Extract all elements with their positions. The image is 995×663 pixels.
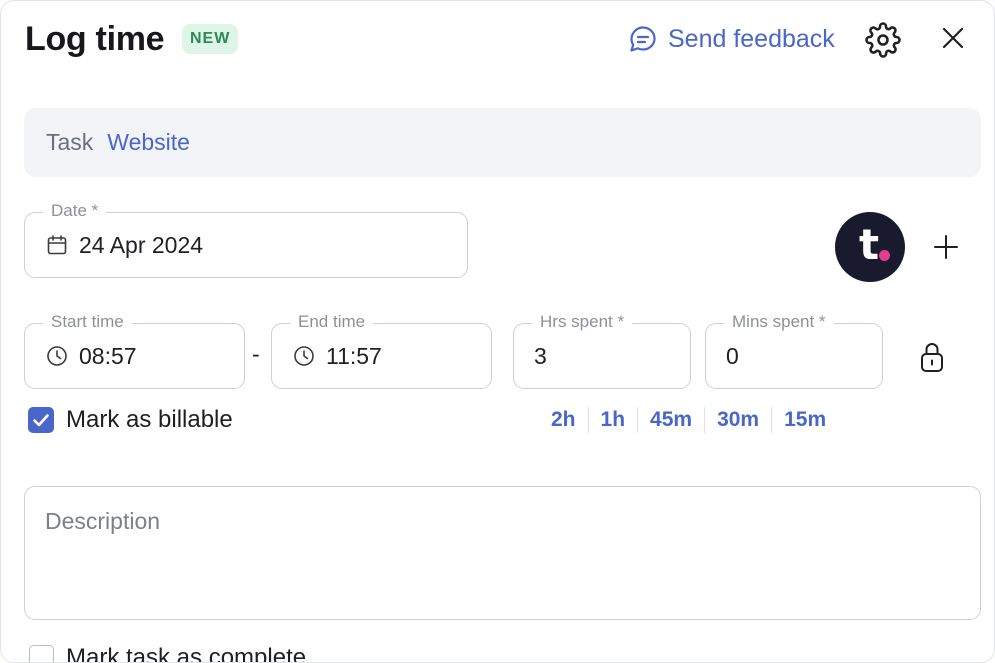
hours-spent-value: 3: [534, 342, 547, 369]
plus-icon[interactable]: [930, 231, 962, 263]
hours-spent-label: Hrs spent *: [532, 311, 633, 333]
hours-spent-field[interactable]: Hrs spent * 3: [513, 311, 691, 389]
send-feedback-label: Send feedback: [668, 24, 835, 53]
avatar[interactable]: t: [835, 212, 905, 282]
date-value: 24 Apr 2024: [79, 231, 204, 258]
close-icon[interactable]: [938, 23, 968, 53]
complete-task-checkbox[interactable]: [29, 645, 54, 662]
chat-bubble-icon: [630, 26, 656, 52]
minutes-spent-label: Mins spent *: [724, 311, 834, 333]
quick-duration-1h[interactable]: 1h: [589, 406, 638, 434]
start-time-label: Start time: [43, 311, 132, 333]
date-field[interactable]: Date * 24 Apr 2024: [24, 200, 468, 278]
log-time-dialog: Log time NEW Send feedback Task Website …: [0, 0, 995, 663]
quick-duration-2h[interactable]: 2h: [539, 406, 588, 434]
task-label: Task: [46, 129, 94, 155]
task-value-link[interactable]: Website: [107, 129, 190, 156]
quick-duration-45m[interactable]: 45m: [638, 406, 704, 434]
minutes-spent-value: 0: [726, 342, 739, 369]
task-selector[interactable]: Task Website: [24, 108, 981, 177]
minutes-spent-field[interactable]: Mins spent * 0: [705, 311, 883, 389]
date-label: Date *: [43, 200, 107, 222]
billable-label: Mark as billable: [66, 406, 233, 433]
complete-task-label: Mark task as complete: [66, 644, 307, 663]
clock-icon: [294, 346, 314, 366]
start-time-value: 08:57: [79, 342, 137, 369]
clock-icon: [47, 346, 67, 366]
dialog-title: Log time: [25, 20, 165, 58]
start-time-field[interactable]: Start time 08:57: [24, 311, 245, 389]
quick-duration-30m[interactable]: 30m: [705, 406, 771, 434]
end-time-label: End time: [290, 311, 374, 333]
description-placeholder: Description: [45, 508, 161, 534]
new-badge: NEW: [182, 24, 239, 54]
avatar-status-dot: [879, 250, 890, 261]
quick-duration-15m[interactable]: 15m: [772, 406, 838, 434]
calendar-icon: [47, 235, 67, 255]
time-range-separator: -: [252, 341, 260, 367]
avatar-letter: t: [859, 220, 880, 269]
end-time-value: 11:57: [326, 342, 382, 369]
checkmark-icon: [33, 414, 49, 427]
quick-duration-group: 2h 1h 45m 30m 15m: [539, 406, 838, 434]
lock-icon[interactable]: [917, 340, 947, 374]
description-textarea[interactable]: Description: [24, 486, 981, 620]
billable-checkbox[interactable]: [28, 407, 54, 433]
gear-icon[interactable]: [865, 22, 901, 58]
send-feedback-button[interactable]: Send feedback: [627, 23, 835, 55]
end-time-field[interactable]: End time 11:57: [271, 311, 492, 389]
